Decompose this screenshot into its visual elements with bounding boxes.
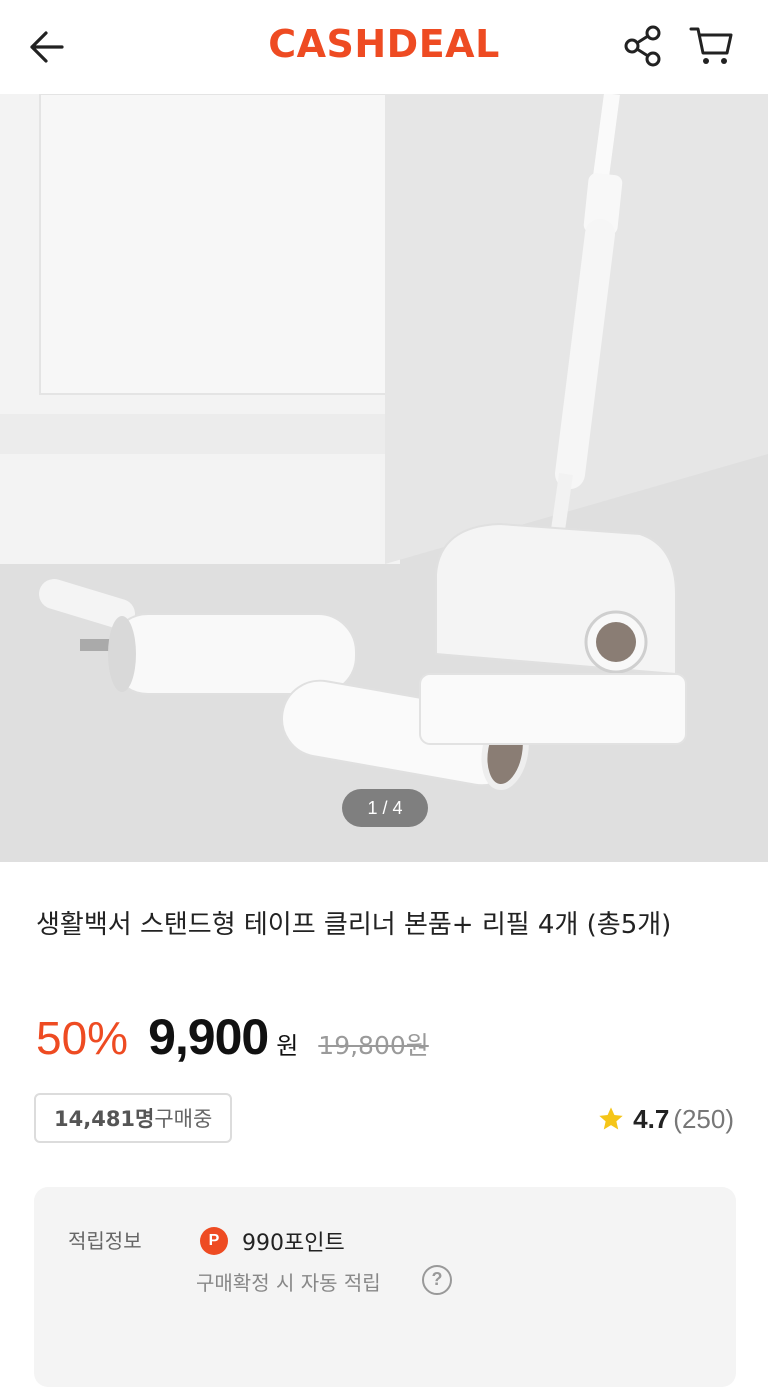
rating-score: 4.7: [633, 1103, 670, 1134]
star-icon: [599, 1107, 623, 1130]
price-currency: 원: [276, 1032, 299, 1060]
cart-button[interactable]: [686, 22, 736, 70]
cart-icon: [689, 27, 733, 64]
top-bar: CASHDEAL: [0, 0, 768, 94]
original-price: 19,800원: [318, 1031, 429, 1060]
product-image-gallery[interactable]: [0, 94, 768, 862]
points-note: 구매확정 시 자동 적립: [196, 1271, 381, 1295]
share-button[interactable]: [618, 22, 668, 70]
discount-rate: 50%: [36, 1012, 129, 1064]
review-count: (250): [673, 1103, 734, 1134]
points-info-panel: 적립정보 P 990포인트 구매확정 시 자동 적립 ?: [34, 1187, 736, 1387]
sale-price: 9,900: [148, 1009, 269, 1065]
price-row: 50% 9,900 원 19,800원: [36, 1008, 736, 1072]
points-value: 990포인트: [242, 1231, 345, 1256]
share-icon: [624, 25, 661, 67]
image-pager: 1 / 4: [342, 789, 428, 827]
buyers-count-badge: 14,481명 구매중: [34, 1093, 233, 1143]
rating-summary[interactable]: 4.7 (250): [597, 1096, 734, 1142]
points-label: 적립정보: [68, 1229, 142, 1253]
question-circle-icon[interactable]: ?: [422, 1265, 452, 1295]
points-badge-icon: P: [200, 1227, 228, 1255]
buyers-label: 구매중: [154, 1107, 213, 1131]
buyers-count: 14,481명: [54, 1107, 155, 1131]
product-title: 생활백서 스탠드형 테이프 클리너 본품+ 리필 4개 (총5개): [36, 910, 672, 940]
product-photo: [0, 94, 768, 862]
